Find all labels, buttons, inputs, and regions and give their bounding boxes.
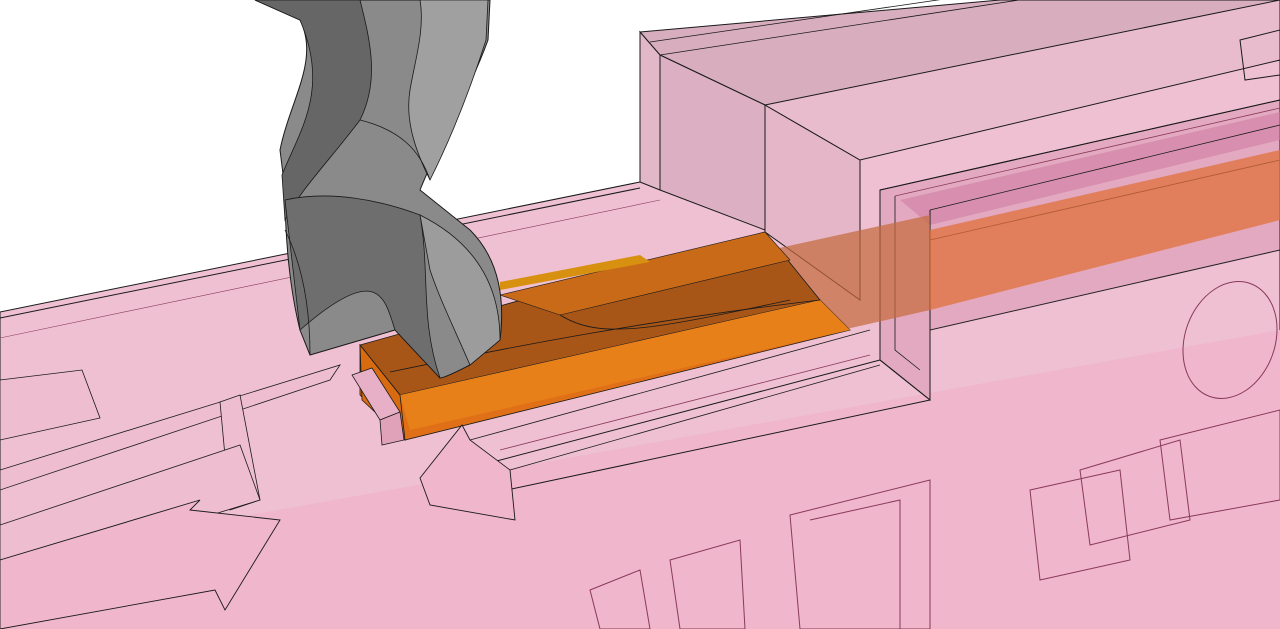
cad-viewport[interactable] xyxy=(0,0,1280,629)
cad-scene xyxy=(0,0,1280,629)
